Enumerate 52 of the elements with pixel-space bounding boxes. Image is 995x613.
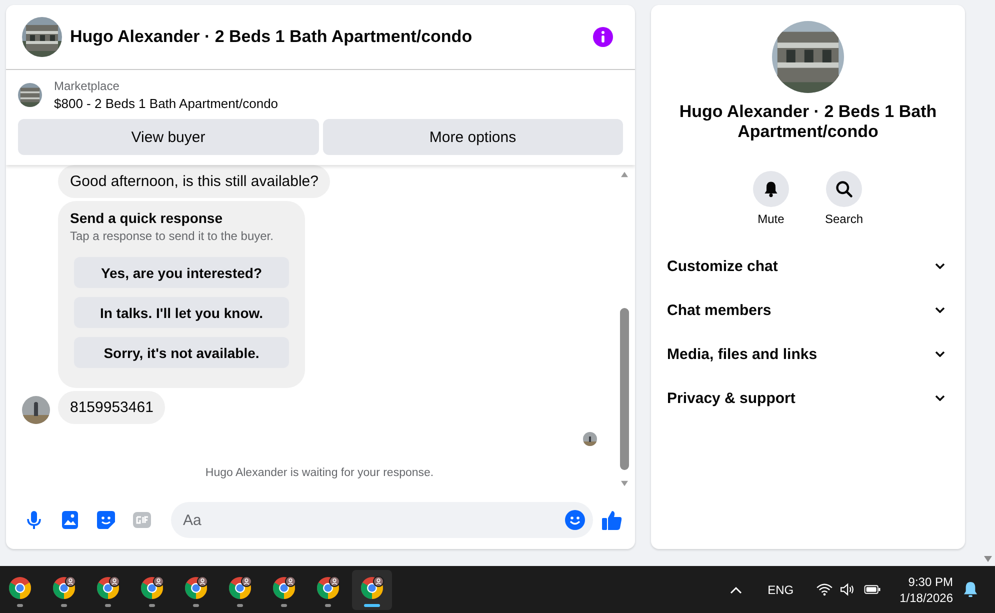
listing-source: Marketplace — [54, 79, 120, 93]
browser-icon — [140, 576, 164, 600]
search-icon — [835, 180, 853, 198]
message-bubble: Good afternoon, is this still available? — [58, 165, 330, 198]
settings-section[interactable]: Customize chat — [659, 244, 957, 288]
search-button[interactable] — [826, 171, 862, 207]
browser-taskbar-button[interactable] — [352, 570, 392, 610]
conversation-title: Hugo Alexander · 2 Beds 1 Bath Apartment/condo — [678, 102, 938, 142]
browser-icon — [360, 576, 384, 600]
quick-response-title: Send a quick response — [70, 210, 224, 226]
thumbs-up-icon[interactable] — [601, 509, 623, 531]
action-label: Search — [824, 212, 864, 226]
quick-response-hint: Tap a response to send it to the buyer. — [70, 229, 274, 243]
language-indicator[interactable]: ENG — [768, 582, 794, 596]
scrollbar-thumb[interactable] — [620, 308, 629, 470]
clock-time[interactable]: 9:30 PM — [908, 574, 953, 590]
emoji-icon[interactable] — [565, 510, 585, 530]
browser-icon — [228, 576, 252, 600]
quick-reply-button[interactable]: Sorry, it's not available. — [74, 337, 289, 368]
chevron-icon — [935, 263, 945, 269]
browser-icon — [184, 576, 208, 600]
scroll-down-icon[interactable] — [620, 480, 629, 487]
browser-icon — [316, 576, 340, 600]
info-icon[interactable] — [593, 27, 613, 47]
mute-button[interactable] — [752, 171, 789, 207]
chevron-icon — [935, 307, 945, 313]
action-label: Mute — [758, 212, 784, 226]
settings-section[interactable]: Privacy & support — [659, 376, 957, 420]
message-field[interactable]: Aa — [171, 502, 593, 538]
browser-icon — [96, 576, 120, 600]
caret-icon[interactable] — [730, 586, 742, 594]
browser-icon — [8, 576, 32, 600]
browser-icon — [52, 576, 76, 600]
listing-summary: $800 - 2 Beds 1 Bath Apartment/condo — [54, 96, 278, 111]
chevron-icon — [935, 395, 945, 401]
bell-icon[interactable] — [963, 581, 978, 598]
browser-icon — [272, 576, 296, 600]
quick-reply-button[interactable]: Yes, are you interested? — [74, 257, 289, 288]
settings-section[interactable]: Chat members — [659, 288, 957, 332]
clock-date[interactable]: 1/18/2026 — [900, 590, 953, 606]
scroll-up-icon[interactable] — [620, 171, 629, 178]
quick-reply-button[interactable]: In talks. I'll let you know. — [74, 297, 289, 328]
listing-button[interactable]: More options — [322, 119, 623, 155]
settings-section[interactable]: Media, files and links — [659, 332, 957, 376]
status-message: Hugo Alexander is waiting for your response. — [204, 467, 435, 479]
message-bubble: 8159953461 — [58, 391, 166, 424]
scroll-down-icon[interactable] — [982, 555, 992, 563]
wifi-icon[interactable] — [816, 583, 833, 596]
listing-button[interactable]: View buyer — [18, 119, 318, 155]
chevron-icon — [935, 351, 945, 357]
conversation-title: Hugo Alexander · 2 Beds 1 Bath Apartment/condo — [70, 27, 474, 47]
battery-icon[interactable] — [864, 583, 881, 596]
